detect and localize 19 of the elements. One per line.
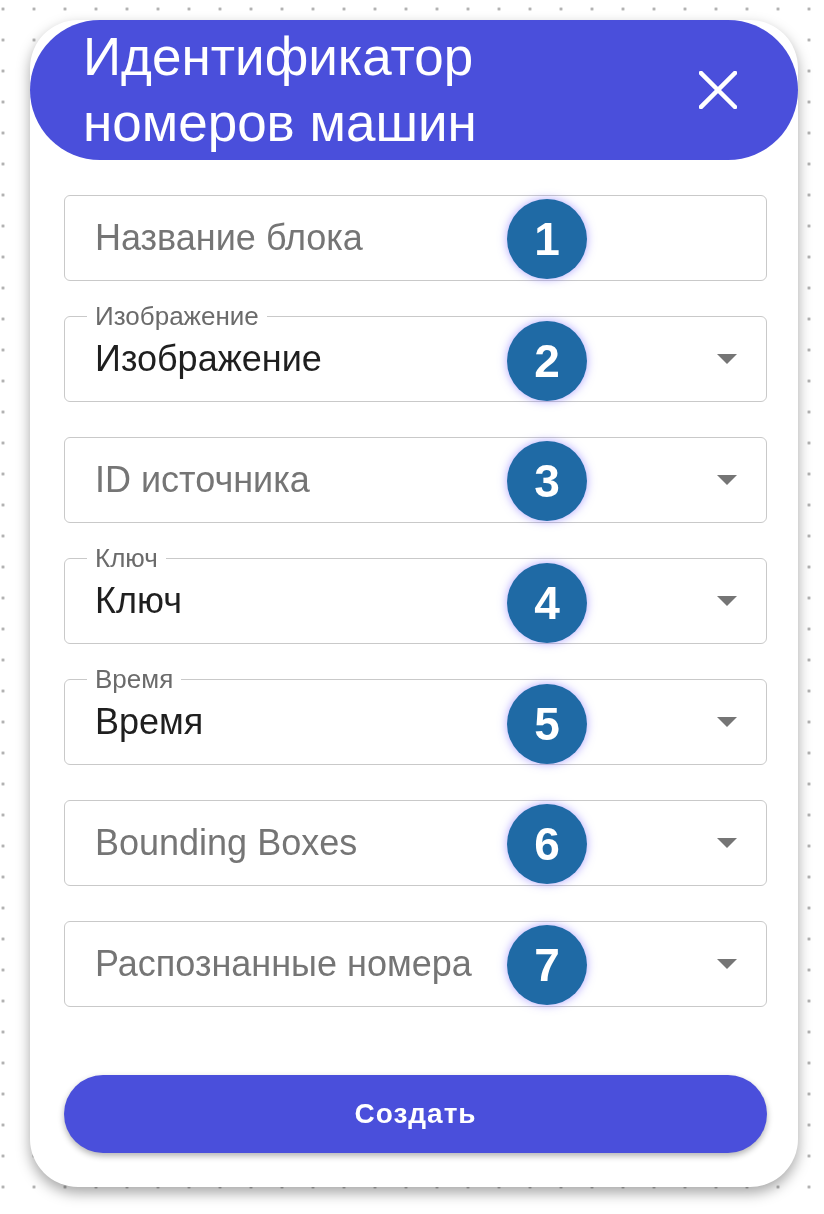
caret-icon — [717, 838, 737, 848]
number-marker: 2 — [507, 321, 587, 401]
close-icon — [699, 71, 737, 109]
create-button[interactable]: Создать — [64, 1075, 767, 1153]
number-marker: 5 — [507, 684, 587, 764]
number-marker: 4 — [507, 563, 587, 643]
number-marker: 7 — [507, 925, 587, 1005]
dropdown-field[interactable]: ID источника 3 — [64, 437, 767, 523]
dropdown-field[interactable]: Распознанные номера 7 — [64, 921, 767, 1007]
caret-icon — [717, 959, 737, 969]
close-button[interactable] — [699, 71, 737, 109]
caret-icon — [717, 716, 737, 727]
caret-icon — [717, 595, 737, 606]
number-marker: 3 — [507, 441, 587, 521]
caret-icon — [717, 475, 737, 485]
number-marker: 6 — [507, 804, 587, 884]
dropdown-field[interactable]: Bounding Boxes 6 — [64, 800, 767, 886]
dialog-title: Идентификатор номеров машин — [83, 26, 478, 154]
caret-icon — [717, 353, 737, 364]
